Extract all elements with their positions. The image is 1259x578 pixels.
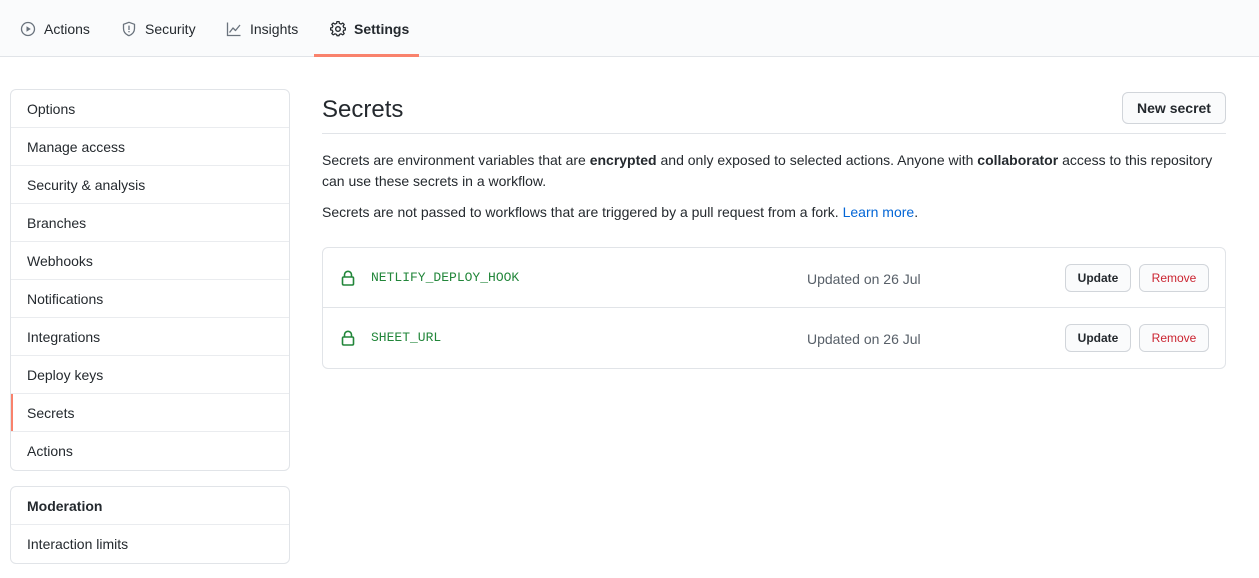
settings-menu: Options Manage access Security & analysi… <box>10 89 290 471</box>
new-secret-button[interactable]: New secret <box>1122 92 1226 124</box>
remove-button[interactable]: Remove <box>1139 324 1209 352</box>
tab-label: Insights <box>250 20 299 37</box>
sidebar-item-security-analysis[interactable]: Security & analysis <box>11 166 289 204</box>
tab-security[interactable]: Security <box>121 0 196 57</box>
sidebar-item-notifications[interactable]: Notifications <box>11 280 289 318</box>
graph-icon <box>226 21 242 37</box>
update-button[interactable]: Update <box>1065 324 1131 352</box>
lock-icon <box>341 270 355 286</box>
tab-actions[interactable]: Actions <box>20 0 90 57</box>
page-header: Secrets New secret <box>322 90 1226 134</box>
remove-button[interactable]: Remove <box>1139 264 1209 292</box>
secrets-description: Secrets are environment variables that a… <box>322 150 1226 192</box>
secret-updated: Updated on 26 Jul <box>807 331 921 347</box>
tab-label: Security <box>145 20 196 37</box>
sidebar-item-manage-access[interactable]: Manage access <box>11 128 289 166</box>
desc-text: and only exposed to selected actions. An… <box>656 152 978 168</box>
shield-icon <box>121 21 137 37</box>
gear-icon <box>330 20 346 37</box>
sidebar-item-label: Integrations <box>27 328 101 345</box>
tab-insights[interactable]: Insights <box>226 0 298 57</box>
secret-name: SHEET_URL <box>371 330 442 345</box>
selected-tab-indicator <box>314 54 419 57</box>
update-button[interactable]: Update <box>1065 264 1131 292</box>
tab-settings[interactable]: Settings <box>330 0 409 57</box>
secrets-panel: Secrets New secret Secrets are environme… <box>322 90 1226 369</box>
desc-bold-collaborator: collaborator <box>977 152 1059 168</box>
sidebar-item-options[interactable]: Options <box>11 90 289 128</box>
sidebar-item-integrations[interactable]: Integrations <box>11 318 289 356</box>
sidebar-item-label: Webhooks <box>27 252 93 269</box>
sidebar-item-label: Deploy keys <box>27 366 104 383</box>
sidebar-item-label: Branches <box>27 214 87 231</box>
secret-updated: Updated on 26 Jul <box>807 271 921 287</box>
secret-name: NETLIFY_DEPLOY_HOOK <box>371 270 520 285</box>
repo-tab-bar: Actions Security Insights Settings <box>0 0 1259 57</box>
sidebar-item-branches[interactable]: Branches <box>11 204 289 242</box>
sidebar-item-webhooks[interactable]: Webhooks <box>11 242 289 280</box>
tab-label: Settings <box>354 20 410 37</box>
page-title: Secrets <box>322 96 404 123</box>
play-icon <box>20 21 36 37</box>
moderation-heading: Moderation <box>11 487 289 525</box>
fork-notice-text: Secrets are not passed to workflows that… <box>322 204 843 220</box>
list-item: SHEET_URL Updated on 26 Jul Update Remov… <box>323 308 1225 368</box>
sidebar-item-label: Actions <box>27 443 73 459</box>
sidebar-item-label: Options <box>27 100 76 117</box>
sidebar-item-label: Interaction limits <box>27 536 129 552</box>
sidebar-item-label: Security & analysis <box>27 176 146 193</box>
tab-label: Actions <box>44 20 90 37</box>
list-item: NETLIFY_DEPLOY_HOOK Updated on 26 Jul Up… <box>323 248 1225 308</box>
sidebar-item-deploy-keys[interactable]: Deploy keys <box>11 356 289 394</box>
fork-notice: Secrets are not passed to workflows that… <box>322 202 1226 223</box>
sidebar-item-actions[interactable]: Actions <box>11 432 289 470</box>
sidebar-item-secrets[interactable]: Secrets <box>11 394 289 432</box>
sidebar-item-label: Secrets <box>27 404 75 421</box>
sidebar-item-label: Manage access <box>27 138 126 155</box>
learn-more-link[interactable]: Learn more <box>843 204 915 220</box>
lock-icon <box>341 330 355 346</box>
fork-notice-end: . <box>914 204 919 220</box>
sidebar-item-label: Notifications <box>27 290 104 307</box>
moderation-menu: Moderation Interaction limits <box>10 486 290 564</box>
sidebar-item-interaction-limits[interactable]: Interaction limits <box>11 525 289 563</box>
desc-text: Secrets are environment variables that a… <box>322 152 590 168</box>
secrets-list: NETLIFY_DEPLOY_HOOK Updated on 26 Jul Up… <box>322 247 1226 369</box>
desc-bold-encrypted: encrypted <box>589 152 657 168</box>
